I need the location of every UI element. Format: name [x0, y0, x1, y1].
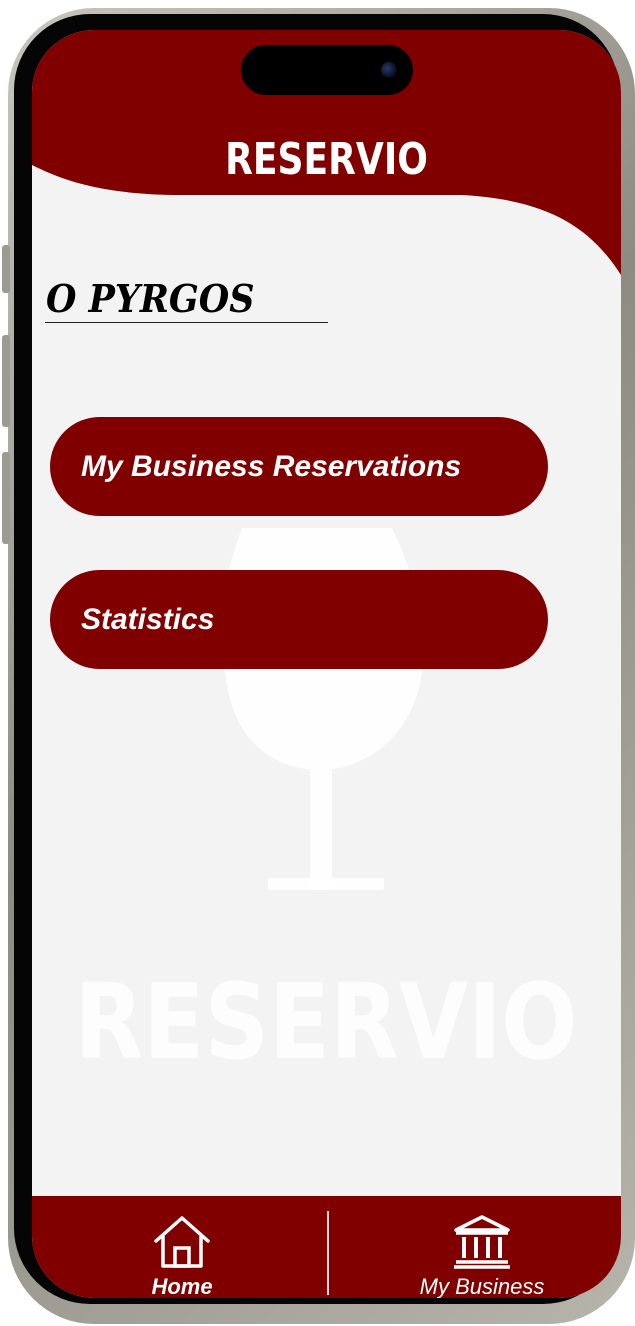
- bottom-navigation: Home My Business: [32, 1196, 621, 1298]
- home-icon: [154, 1216, 210, 1268]
- volume-up-button: [2, 335, 10, 427]
- bank-building-icon: [454, 1215, 510, 1269]
- dynamic-island: [241, 45, 413, 95]
- nav-item-home[interactable]: Home: [92, 1196, 272, 1298]
- volume-down-button: [2, 452, 10, 544]
- statistics-button[interactable]: Statistics: [50, 570, 548, 669]
- nav-item-my-business[interactable]: My Business: [372, 1196, 592, 1298]
- business-name-underline: [45, 322, 328, 323]
- nav-label-home: Home: [151, 1274, 213, 1298]
- my-business-reservations-button[interactable]: My Business Reservations: [50, 417, 548, 516]
- camera-icon: [381, 62, 397, 78]
- nav-label-my-business: My Business: [419, 1274, 545, 1298]
- watermark-text: RESERVIO: [75, 961, 578, 1080]
- nav-divider: [327, 1211, 329, 1295]
- app-screen: RESERVIO O PYRGOS RESERVIO My Business R…: [32, 30, 621, 1298]
- business-name: O PYRGOS: [46, 276, 255, 321]
- silent-switch: [2, 245, 10, 293]
- app-title: RESERVIO: [225, 134, 428, 185]
